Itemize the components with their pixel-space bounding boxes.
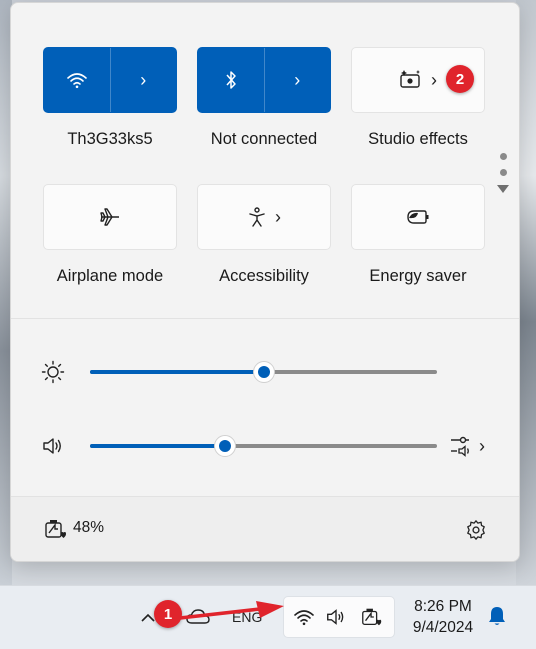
next-page-icon[interactable] xyxy=(497,185,509,193)
annotation-arrow xyxy=(178,601,284,620)
battery-charging-icon[interactable] xyxy=(43,517,69,541)
bluetooth-toggle[interactable] xyxy=(198,48,264,112)
quick-settings-tiles: › Th3G33ks5 › Not connected › Studio eff… xyxy=(11,3,519,319)
airplane-icon xyxy=(100,208,119,226)
bluetooth-label: Not connected xyxy=(210,130,318,148)
studio-effects-icon xyxy=(400,70,420,88)
energy-saver-icon xyxy=(407,210,429,224)
brightness-fill xyxy=(90,370,264,374)
speaker-icon[interactable] xyxy=(41,434,65,458)
airplane-mode-tile[interactable] xyxy=(43,184,177,250)
quick-settings-footer: 48% xyxy=(11,497,519,561)
wifi-icon xyxy=(66,73,87,89)
wifi-tile[interactable]: › xyxy=(43,47,177,113)
studio-effects-label: Studio effects xyxy=(368,130,468,148)
bell-icon[interactable] xyxy=(487,605,507,627)
wifi-expand-button[interactable]: › xyxy=(109,48,177,112)
wifi-icon xyxy=(294,610,314,626)
chevron-right-icon: › xyxy=(431,70,437,90)
chevron-right-icon: › xyxy=(479,436,485,456)
volume-fill xyxy=(90,444,226,448)
annotation-badge-2: 2 xyxy=(446,65,474,93)
quick-settings-panel: › Th3G33ks5 › Not connected › Studio eff… xyxy=(10,2,520,562)
airplane-mode-label: Airplane mode xyxy=(56,267,164,285)
brightness-slider[interactable] xyxy=(90,361,437,383)
audio-output-button[interactable]: › xyxy=(449,432,493,460)
battery-charging-icon xyxy=(362,608,382,626)
wifi-label: Th3G33ks5 xyxy=(67,130,153,148)
volume-slider-row: › xyxy=(11,426,519,466)
accessibility-tile[interactable]: › xyxy=(197,184,331,250)
volume-thumb[interactable] xyxy=(214,435,237,457)
page-dot[interactable] xyxy=(499,153,507,160)
brightness-thumb[interactable] xyxy=(252,361,275,383)
brightness-icon xyxy=(41,360,65,384)
audio-mixer-icon xyxy=(451,436,469,457)
page-indicator[interactable] xyxy=(497,153,509,193)
brightness-slider-row xyxy=(11,352,519,392)
accessibility-icon xyxy=(249,207,265,227)
gear-icon[interactable] xyxy=(465,519,487,541)
bluetooth-tile[interactable]: › xyxy=(197,47,331,113)
bluetooth-expand-button[interactable]: › xyxy=(263,48,331,112)
energy-saver-tile[interactable] xyxy=(351,184,485,250)
clock-time: 8:26 PM xyxy=(414,598,472,615)
chevron-right-icon: › xyxy=(275,207,281,227)
volume-slider[interactable] xyxy=(90,435,437,457)
chevron-right-icon: › xyxy=(294,70,301,90)
speaker-icon xyxy=(327,609,344,625)
wifi-toggle[interactable] xyxy=(44,48,110,112)
divider xyxy=(11,318,519,319)
page-dot[interactable] xyxy=(499,169,507,176)
chevron-right-icon: › xyxy=(140,70,147,90)
energy-saver-label: Energy saver xyxy=(369,267,467,285)
clock-date: 9/4/2024 xyxy=(412,619,474,636)
battery-percentage[interactable]: 48% xyxy=(73,519,104,537)
clock[interactable]: 8:26 PM 9/4/2024 xyxy=(406,596,480,638)
accessibility-label: Accessibility xyxy=(219,267,309,285)
network-volume-battery-button[interactable] xyxy=(283,596,395,638)
bluetooth-icon xyxy=(226,71,236,89)
